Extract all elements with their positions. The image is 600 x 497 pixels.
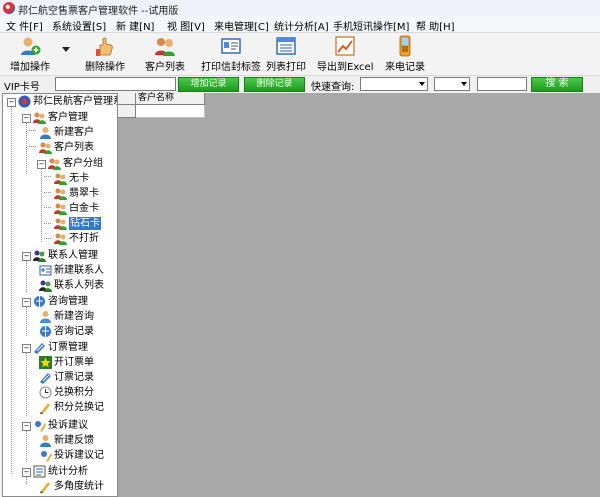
menu-sms[interactable]: 手机短讯操作[M] (333, 18, 409, 33)
clock-icon (39, 386, 52, 399)
toolbar: 增加操作 删除操作 客户列表 打印信封标签 列表打印 导出到Excel 来电记录 (0, 33, 600, 76)
menu-call-management[interactable]: 来电管理[C] (214, 18, 269, 33)
expand-toggle-icon[interactable]: − (22, 252, 31, 261)
customers-icon (54, 218, 67, 230)
feedback-icon (35, 421, 46, 432)
consult-globe-icon (40, 326, 51, 337)
feedback-icon (41, 451, 52, 462)
export-excel-button[interactable]: 导出到Excel (317, 35, 374, 73)
customers-icon (54, 233, 67, 245)
customers-icon (39, 142, 52, 154)
pencil-icon (40, 482, 50, 493)
query-field-select[interactable] (360, 77, 428, 91)
vip-card-label: VIP卡号 (4, 82, 40, 93)
menu-bar: 文 件[F] 系统设置[S] 新 建[N] 视 图[V] 来电管理[C] 统计分… (0, 16, 600, 33)
delete-button[interactable]: 删除操作 (83, 35, 127, 73)
star-icon (39, 356, 52, 369)
list-print-icon (276, 37, 296, 55)
expand-toggle-icon[interactable]: − (37, 160, 46, 169)
delete-hand-icon (96, 37, 113, 56)
row-header[interactable] (118, 105, 136, 118)
query-operator-select[interactable] (434, 77, 470, 91)
grid-corner (118, 93, 136, 105)
add-dropdown-arrow-icon[interactable] (62, 47, 70, 52)
filter-bar: VIP卡号 增加记录 删除记录 快速查询: 搜 索 (0, 76, 600, 93)
contacts-icon (39, 280, 52, 292)
contacts-icon (33, 250, 46, 262)
expand-toggle-icon[interactable]: − (22, 344, 31, 353)
menu-system-settings[interactable]: 系统设置[S] (52, 18, 106, 33)
add-user-icon (21, 37, 41, 55)
pencil-icon (40, 403, 50, 414)
expand-toggle-icon[interactable]: − (22, 468, 31, 477)
customers-icon (54, 188, 67, 200)
stats-document-icon (33, 465, 46, 478)
add-record-button[interactable]: 增加记录 (178, 77, 239, 92)
chevron-down-icon (461, 82, 467, 86)
user-icon (40, 435, 51, 447)
navigation-tree: − 邦仁民航客户管理系 − 客户管理 新建客户 客户列表 − 客户分组 无卡 翡… (2, 93, 118, 497)
app-logo-icon (3, 2, 15, 14)
menu-new[interactable]: 新 建[N] (116, 18, 154, 33)
ticket-icon (40, 373, 51, 384)
expand-toggle-icon[interactable]: − (22, 114, 31, 123)
customer-list-button[interactable]: 客户列表 (145, 35, 185, 73)
customers-icon (54, 173, 67, 185)
ticket-icon (34, 343, 45, 354)
label-card-icon (221, 38, 241, 54)
print-list-button[interactable]: 列表打印 (265, 35, 307, 73)
expand-toggle-icon[interactable]: − (22, 422, 31, 431)
add-button[interactable]: 增加操作 (6, 35, 54, 73)
call-log-button[interactable]: 来电记录 (384, 35, 426, 73)
contact-card-icon (39, 265, 52, 276)
customers-icon (54, 203, 67, 215)
menu-file[interactable]: 文 件[F] (6, 18, 43, 33)
print-labels-button[interactable]: 打印信封标签 (196, 35, 266, 73)
query-value-input[interactable] (477, 77, 527, 91)
excel-chart-icon (335, 36, 355, 56)
customers-icon (48, 158, 61, 170)
menu-help[interactable]: 帮 助[H] (416, 18, 455, 33)
window-title: 邦仁航空售票客户管理软件 --试用版 (18, 6, 179, 17)
menu-statistics[interactable]: 统计分析[A] (274, 18, 329, 33)
customers-icon (155, 38, 175, 56)
chevron-down-icon (419, 82, 425, 86)
table-cell[interactable] (136, 105, 205, 118)
customer-grid: 客户名称 (118, 93, 600, 497)
globe-logo-icon (18, 95, 31, 108)
consult-globe-icon (34, 296, 45, 307)
menu-view[interactable]: 视 图[V] (167, 18, 205, 33)
user-icon (40, 127, 51, 139)
mobile-phone-icon (399, 35, 411, 57)
quick-query-label: 快速查询: (311, 82, 355, 93)
expand-toggle-icon[interactable]: − (22, 298, 31, 307)
expand-toggle-icon[interactable]: − (7, 98, 16, 107)
delete-record-button[interactable]: 删除记录 (244, 77, 305, 92)
title-bar: 邦仁航空售票客户管理软件 --试用版 (0, 0, 600, 17)
customers-icon (33, 112, 46, 124)
column-header-customer-name[interactable]: 客户名称 (136, 93, 205, 105)
search-button[interactable]: 搜 索 (531, 77, 583, 92)
new-consult-icon (40, 311, 51, 323)
vip-card-input[interactable] (55, 77, 176, 91)
